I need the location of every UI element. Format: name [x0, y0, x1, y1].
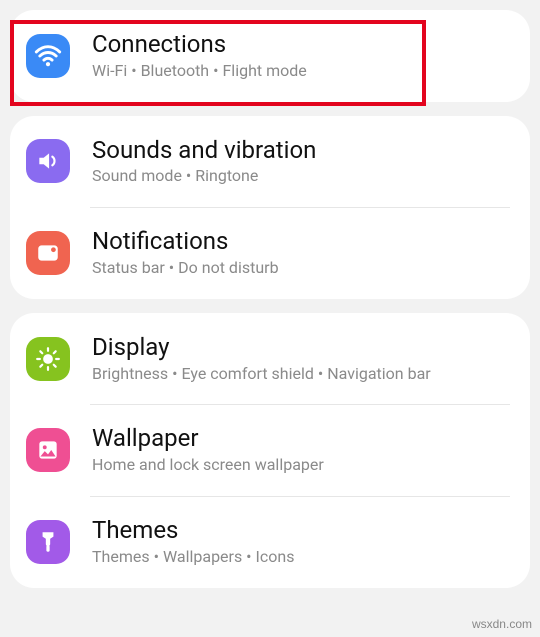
settings-group-2: Sounds and vibration Sound mode • Ringto…	[10, 116, 530, 299]
settings-item-text: Notifications Status bar • Do not distur…	[92, 227, 510, 279]
settings-item-themes[interactable]: Themes Themes • Wallpapers • Icons	[10, 496, 530, 588]
settings-item-subtitle: Sound mode • Ringtone	[92, 166, 510, 187]
settings-item-subtitle: Status bar • Do not disturb	[92, 258, 510, 279]
sound-icon	[26, 139, 70, 183]
settings-item-subtitle: Brightness • Eye comfort shield • Naviga…	[92, 364, 510, 385]
themes-icon	[26, 520, 70, 564]
watermark: wsxdn.com	[472, 617, 532, 631]
notifications-icon	[26, 231, 70, 275]
settings-item-title: Notifications	[92, 227, 510, 256]
settings-group-3: Display Brightness • Eye comfort shield …	[10, 313, 530, 588]
settings-item-wallpaper[interactable]: Wallpaper Home and lock screen wallpaper	[10, 404, 530, 496]
settings-item-text: Sounds and vibration Sound mode • Ringto…	[92, 136, 510, 188]
settings-item-text: Connections Wi-Fi • Bluetooth • Flight m…	[92, 30, 510, 82]
display-icon	[26, 337, 70, 381]
settings-item-text: Display Brightness • Eye comfort shield …	[92, 333, 510, 385]
settings-item-sounds[interactable]: Sounds and vibration Sound mode • Ringto…	[10, 116, 530, 208]
settings-item-notifications[interactable]: Notifications Status bar • Do not distur…	[10, 207, 530, 299]
settings-item-title: Connections	[92, 30, 510, 59]
settings-item-title: Display	[92, 333, 510, 362]
wifi-icon	[26, 34, 70, 78]
settings-item-text: Wallpaper Home and lock screen wallpaper	[92, 424, 510, 476]
settings-item-subtitle: Wi-Fi • Bluetooth • Flight mode	[92, 61, 510, 82]
settings-group-1: Connections Wi-Fi • Bluetooth • Flight m…	[10, 10, 530, 102]
settings-item-subtitle: Themes • Wallpapers • Icons	[92, 547, 510, 568]
wallpaper-icon	[26, 428, 70, 472]
settings-item-connections[interactable]: Connections Wi-Fi • Bluetooth • Flight m…	[10, 10, 530, 102]
settings-item-title: Themes	[92, 516, 510, 545]
settings-item-subtitle: Home and lock screen wallpaper	[92, 455, 510, 476]
settings-item-text: Themes Themes • Wallpapers • Icons	[92, 516, 510, 568]
settings-item-title: Wallpaper	[92, 424, 510, 453]
settings-item-title: Sounds and vibration	[92, 136, 510, 165]
settings-item-display[interactable]: Display Brightness • Eye comfort shield …	[10, 313, 530, 405]
